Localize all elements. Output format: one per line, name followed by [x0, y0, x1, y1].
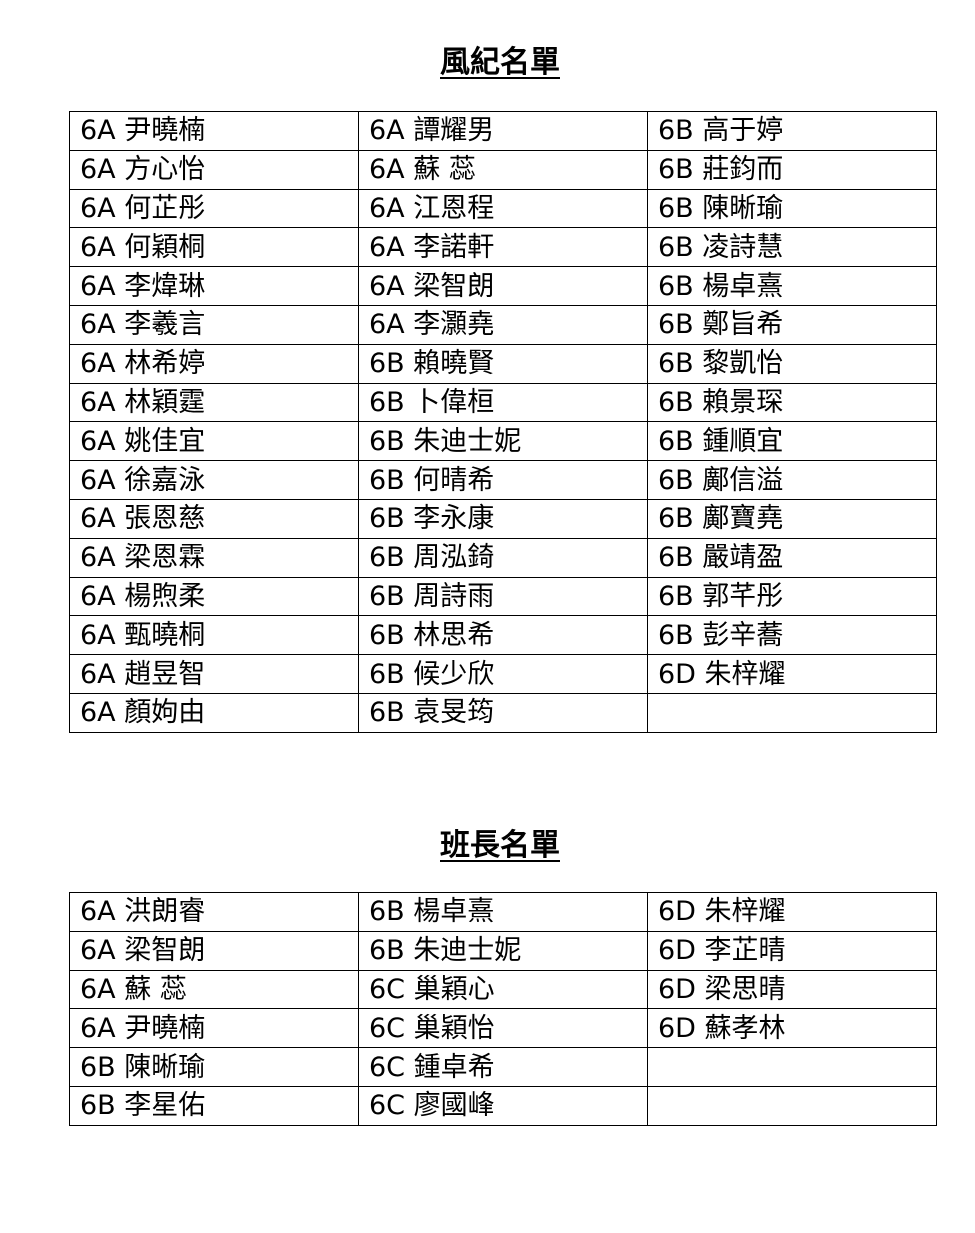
student-cell: 6B 黎凱怡	[647, 343, 937, 384]
table-row: 6A 趙昱智 6B 候少欣 6D 朱梓耀	[69, 654, 937, 694]
table-row: 6B 陳晰瑜 6C 鍾卓希	[69, 1047, 937, 1087]
student-cell: 6A 李灝堯	[358, 304, 648, 345]
student-cell	[647, 1047, 937, 1087]
table-row: 6A 林穎霆 6B 卜偉桓 6B 賴景琛	[69, 382, 937, 423]
student-cell: 6A 梁智朗	[358, 266, 648, 306]
student-cell: 6A 梁智朗	[69, 930, 359, 971]
student-cell: 6B 楊卓熹	[647, 266, 937, 306]
table-row: 6A 尹曉楠 6A 譚耀男 6B 高于婷	[69, 111, 937, 151]
student-cell: 6A 譚耀男	[358, 111, 648, 151]
student-cell: 6A 林希婷	[69, 343, 359, 384]
table-row: 6A 甄曉桐 6B 林思希 6B 彭辛蕎	[69, 615, 937, 656]
student-cell: 6A 方心怡	[69, 149, 359, 190]
student-cell: 6A 何穎桐	[69, 227, 359, 268]
student-cell: 6A 徐嘉泳	[69, 460, 359, 500]
student-cell: 6A 何芷彤	[69, 188, 359, 229]
prefects-list-title: 風紀名單	[440, 45, 560, 80]
student-cell: 6B 楊卓熹	[358, 892, 648, 932]
student-cell: 6B 周泓錡	[358, 537, 648, 578]
student-cell: 6B 李星佑	[69, 1085, 359, 1126]
student-cell: 6D 朱梓耀	[647, 654, 937, 694]
student-cell: 6B 郭芊彤	[647, 576, 937, 617]
table-row: 6A 何芷彤 6A 江恩程 6B 陳晰瑜	[69, 188, 937, 229]
student-cell: 6A 尹曉楠	[69, 1008, 359, 1049]
table-row: 6A 張恩慈 6B 李永康 6B 鄺寶堯	[69, 498, 937, 539]
student-cell: 6B 候少欣	[358, 654, 648, 694]
student-cell: 6B 李永康	[358, 498, 648, 539]
student-cell: 6B 朱迪士妮	[358, 421, 648, 462]
student-cell: 6B 陳晰瑜	[69, 1047, 359, 1087]
student-cell: 6C 巢穎心	[358, 969, 648, 1010]
student-cell: 6A 張恩慈	[69, 498, 359, 539]
student-cell: 6B 高于婷	[647, 111, 937, 151]
student-cell: 6D 李芷晴	[647, 930, 937, 971]
table-row: 6A 洪朗睿 6B 楊卓熹 6D 朱梓耀	[69, 892, 937, 932]
prefects-table: 6A 尹曉楠 6A 譚耀男 6B 高于婷 6A 方心怡 6A 蘇 蕊 6B 莊鈞而 6A 何…	[69, 111, 937, 733]
table-row: 6B 李星佑 6C 廖國峰	[69, 1085, 937, 1126]
student-cell: 6D 蘇孝林	[647, 1008, 937, 1049]
table-row: 6A 李煒琳 6A 梁智朗 6B 楊卓熹	[69, 266, 937, 306]
student-cell: 6B 鍾順宜	[647, 421, 937, 462]
student-cell: 6B 鄭旨希	[647, 304, 937, 345]
student-cell: 6B 周詩雨	[358, 576, 648, 617]
student-cell: 6A 李煒琳	[69, 266, 359, 306]
table-row: 6A 林希婷 6B 賴曉賢 6B 黎凱怡	[69, 343, 937, 384]
student-cell: 6A 林穎霆	[69, 382, 359, 423]
monitors-table: 6A 洪朗睿 6B 楊卓熹 6D 朱梓耀 6A 梁智朗 6B 朱迪士妮 6D 李芷晴 6A …	[69, 892, 937, 1126]
student-cell: 6C 廖國峰	[358, 1085, 648, 1126]
student-cell: 6C 巢穎怡	[358, 1008, 648, 1049]
table-row: 6A 蘇 蕊 6C 巢穎心 6D 梁思晴	[69, 969, 937, 1010]
student-cell: 6A 洪朗睿	[69, 892, 359, 932]
table-row: 6A 楊煦柔 6B 周詩雨 6B 郭芊彤	[69, 576, 937, 617]
student-cell: 6B 鄺寶堯	[647, 498, 937, 539]
student-cell	[647, 692, 937, 733]
student-cell: 6A 江恩程	[358, 188, 648, 229]
student-cell: 6C 鍾卓希	[358, 1047, 648, 1087]
student-cell: 6A 甄曉桐	[69, 615, 359, 656]
student-cell: 6B 莊鈞而	[647, 149, 937, 190]
table-row: 6A 何穎桐 6A 李諾軒 6B 凌詩慧	[69, 227, 937, 268]
student-cell: 6A 李諾軒	[358, 227, 648, 268]
student-cell: 6B 彭辛蕎	[647, 615, 937, 656]
student-cell: 6A 趙昱智	[69, 654, 359, 694]
student-cell: 6A 楊煦柔	[69, 576, 359, 617]
student-cell: 6A 顏姁由	[69, 692, 359, 733]
monitors-list-title: 班長名單	[440, 828, 560, 863]
student-cell: 6B 賴曉賢	[358, 343, 648, 384]
table-row: 6A 顏姁由 6B 袁旻筠	[69, 692, 937, 733]
table-row: 6A 尹曉楠 6C 巢穎怡 6D 蘇孝林	[69, 1008, 937, 1049]
student-cell: 6B 嚴靖盈	[647, 537, 937, 578]
table-row: 6A 梁恩霖 6B 周泓錡 6B 嚴靖盈	[69, 537, 937, 578]
student-cell: 6A 李羲言	[69, 304, 359, 345]
student-cell: 6D 朱梓耀	[647, 892, 937, 932]
student-cell: 6A 蘇 蕊	[69, 969, 359, 1010]
student-cell: 6A 尹曉楠	[69, 111, 359, 151]
student-cell: 6B 陳晰瑜	[647, 188, 937, 229]
table-row: 6A 方心怡 6A 蘇 蕊 6B 莊鈞而	[69, 149, 937, 190]
table-row: 6A 李羲言 6A 李灝堯 6B 鄭旨希	[69, 304, 937, 345]
student-cell: 6B 袁旻筠	[358, 692, 648, 733]
table-row: 6A 姚佳宜 6B 朱迪士妮 6B 鍾順宜	[69, 421, 937, 462]
student-cell: 6A 姚佳宜	[69, 421, 359, 462]
student-cell: 6B 鄺信溢	[647, 460, 937, 500]
student-cell: 6B 凌詩慧	[647, 227, 937, 268]
student-cell: 6B 何晴希	[358, 460, 648, 500]
student-cell: 6B 朱迪士妮	[358, 930, 648, 971]
student-cell	[647, 1085, 937, 1126]
student-cell: 6B 林思希	[358, 615, 648, 656]
table-row: 6A 徐嘉泳 6B 何晴希 6B 鄺信溢	[69, 460, 937, 500]
student-cell: 6B 卜偉桓	[358, 382, 648, 423]
student-cell: 6B 賴景琛	[647, 382, 937, 423]
student-cell: 6D 梁思晴	[647, 969, 937, 1010]
student-cell: 6A 蘇 蕊	[358, 149, 648, 190]
student-cell: 6A 梁恩霖	[69, 537, 359, 578]
table-row: 6A 梁智朗 6B 朱迪士妮 6D 李芷晴	[69, 930, 937, 971]
